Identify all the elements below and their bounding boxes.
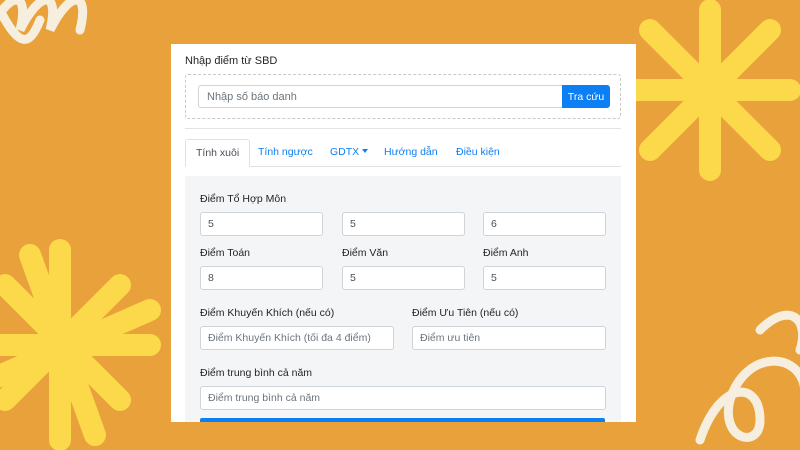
calculator-form: Điểm Tổ Hợp Môn Điểm Toán Điểm Văn Điểm …: [185, 176, 621, 422]
tab-reverse[interactable]: Tính ngược: [248, 139, 323, 166]
starburst-top-right: [619, 0, 800, 181]
combo-score-input-2[interactable]: [342, 212, 465, 236]
gpa-label: Điểm trung bình cả năm: [200, 367, 313, 379]
bonus-score-input[interactable]: [200, 326, 394, 350]
squiggle-bottom-right: [695, 310, 800, 445]
priority-score-label: Điểm Ưu Tiên (nếu có): [412, 307, 519, 319]
submit-button[interactable]: [200, 418, 605, 422]
sbd-lookup-box: Tra cứu: [185, 74, 621, 119]
score-calculator-card: Nhập điểm từ SBD Tra cứu Tính xuôi Tính …: [171, 44, 636, 422]
english-score-label: Điểm Anh: [483, 247, 529, 259]
tab-gdtx-label: GDTX: [330, 146, 360, 158]
starburst-bottom-left: [0, 239, 161, 450]
literature-score-label: Điểm Văn: [342, 247, 389, 259]
lookup-button[interactable]: Tra cứu: [562, 85, 610, 108]
priority-score-input[interactable]: [412, 326, 606, 350]
section-divider: [185, 128, 621, 129]
tab-bar: Tính xuôi Tính ngược GDTX Hướng dẫn Điều…: [185, 139, 621, 167]
tab-forward[interactable]: Tính xuôi: [185, 139, 251, 167]
tab-guide[interactable]: Hướng dẫn: [374, 139, 448, 166]
bonus-score-label: Điểm Khuyến Khích (nếu có): [200, 307, 335, 319]
chevron-down-icon: [362, 149, 369, 153]
gpa-input[interactable]: [200, 386, 606, 410]
squiggle-top-left: [0, 0, 88, 44]
literature-score-input[interactable]: [342, 266, 465, 290]
combo-score-input-3[interactable]: [483, 212, 606, 236]
tab-conditions[interactable]: Điều kiện: [446, 139, 510, 166]
tab-gdtx[interactable]: GDTX: [320, 139, 378, 166]
sbd-section-label: Nhập điểm từ SBD: [185, 55, 278, 67]
math-score-input[interactable]: [200, 266, 323, 290]
combo-score-label: Điểm Tổ Hợp Môn: [200, 193, 287, 205]
math-score-label: Điểm Toán: [200, 247, 250, 259]
sbd-input[interactable]: [198, 85, 562, 108]
english-score-input[interactable]: [483, 266, 606, 290]
combo-score-input-1[interactable]: [200, 212, 323, 236]
